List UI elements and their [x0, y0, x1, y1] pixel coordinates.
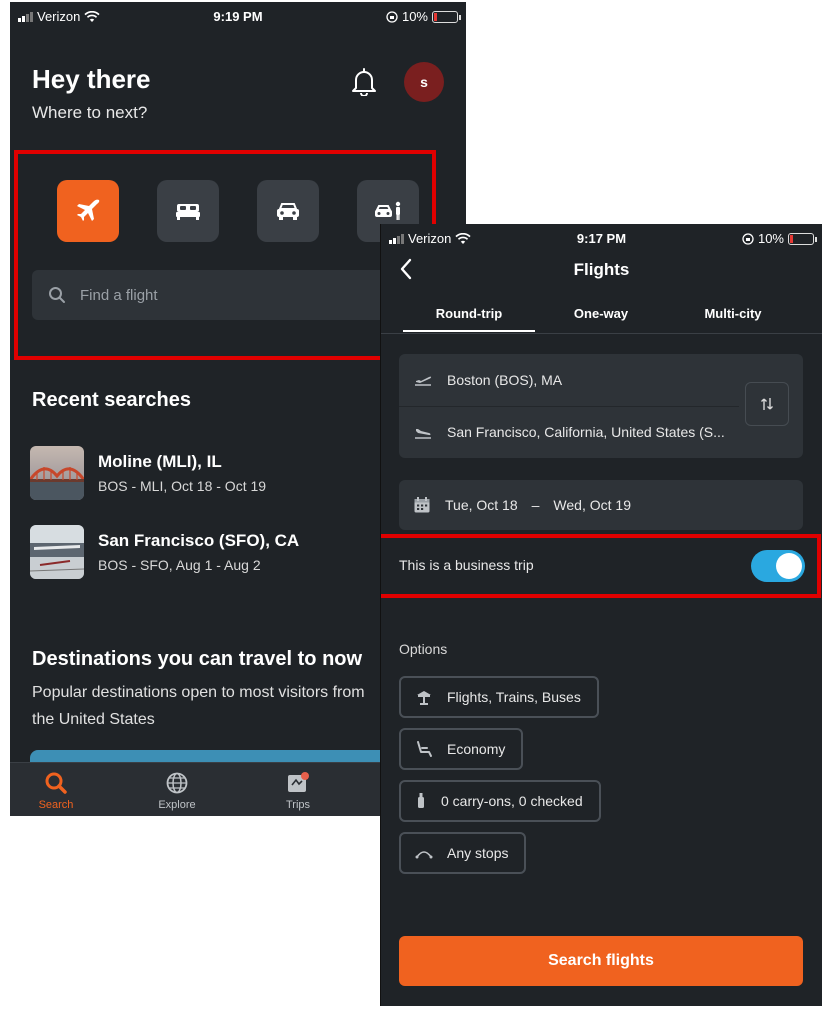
recent-searches-title: Recent searches: [32, 389, 191, 411]
stops-icon: [415, 851, 433, 859]
recent-dates: BOS - SFO, Aug 1 - Aug 2: [98, 557, 261, 573]
tab-label: Search: [38, 799, 74, 811]
battery: 10%: [386, 9, 461, 24]
swap-arrows-icon: [761, 398, 773, 410]
battery-icon: [432, 10, 461, 23]
bell-icon[interactable]: [350, 66, 378, 96]
avatar[interactable]: s: [404, 62, 444, 102]
destination-text: San Francisco, California, United States…: [447, 424, 725, 440]
tab-trips[interactable]: Trips: [258, 771, 338, 811]
origin-field[interactable]: Boston (BOS), MA: [413, 354, 562, 406]
recent-place: San Francisco (SFO), CA: [98, 531, 300, 550]
battery: 10%: [742, 231, 817, 246]
greeting-subtitle: Where to next?: [32, 103, 148, 122]
battery-percent: 10%: [401, 9, 428, 24]
screenshot-stage: Verizon 9:19 PM 10% Hey there Where to n…: [0, 0, 836, 1018]
recent-place: Moline (MLI), IL: [98, 452, 222, 471]
tab-round-trip[interactable]: Round-trip: [403, 306, 535, 321]
takeoff-icon: [415, 376, 432, 386]
business-trip-highlight-box: [381, 534, 821, 598]
battery-icon: [788, 232, 817, 245]
chip-label: 0 carry-ons, 0 checked: [441, 793, 583, 809]
recent-dates: BOS - MLI, Oct 18 - Oct 19: [98, 478, 267, 494]
tab-explore[interactable]: Explore: [137, 771, 217, 811]
chip-label: Flights, Trains, Buses: [447, 689, 581, 705]
date-separator: –: [531, 497, 540, 513]
luggage-icon: [418, 793, 424, 808]
search-flights-button[interactable]: Search flights: [399, 936, 803, 986]
greeting-title: Hey there: [32, 64, 151, 94]
status-bar: Verizon 9:17 PM 10%: [381, 224, 822, 252]
trips-icon: [288, 772, 309, 792]
tab-one-way[interactable]: One-way: [535, 306, 667, 321]
recent-search-item[interactable]: Moline (MLI), IL BOS - MLI, Oct 18 - Oct…: [30, 446, 390, 502]
transport-mode-chip[interactable]: Flights, Trains, Buses: [399, 676, 599, 718]
options-label: Options: [399, 641, 448, 657]
search-icon: [45, 772, 67, 794]
return-date: Wed, Oct 19: [553, 497, 631, 513]
tab-search[interactable]: Search: [16, 771, 96, 811]
tab-label: Explore: [158, 799, 196, 811]
tab-multi-city[interactable]: Multi-city: [667, 306, 799, 321]
cabin-class-chip[interactable]: Economy: [399, 728, 524, 770]
globe-icon: [166, 772, 188, 794]
seat-icon: [417, 741, 432, 757]
category-highlight-box: [14, 150, 436, 360]
origin-text: Boston (BOS), MA: [447, 372, 563, 388]
destinations-subtitle: Popular destinations open to most visito…: [32, 684, 365, 728]
swap-button[interactable]: [745, 382, 789, 426]
transport-icon: [417, 691, 431, 705]
chip-label: Any stops: [447, 845, 509, 861]
stops-chip[interactable]: Any stops: [399, 832, 527, 874]
status-bar: Verizon 9:19 PM 10%: [10, 2, 466, 30]
orientation-lock-icon: [742, 232, 754, 245]
tab-label: Trips: [285, 799, 311, 811]
recent-search-item[interactable]: San Francisco (SFO), CA BOS - SFO, Aug 1…: [30, 525, 390, 581]
destination-field[interactable]: San Francisco, California, United States…: [413, 406, 725, 458]
page-title: Flights: [573, 260, 630, 279]
depart-date: Tue, Oct 18: [445, 497, 518, 513]
calendar-icon: [414, 497, 430, 513]
flights-screen: Verizon 9:17 PM 10% Flights Round-trip O…: [380, 224, 822, 1006]
active-tab-indicator: [403, 330, 535, 332]
destinations-title: Destinations you can travel to now: [32, 648, 363, 670]
trip-type-tabs: Round-trip One-way Multi-city: [381, 300, 822, 334]
origin-destination-box: Boston (BOS), MA San Francisco, Californ…: [399, 354, 803, 458]
battery-percent: 10%: [757, 231, 784, 246]
san-francisco-airport-thumbnail: [30, 525, 84, 579]
chip-label: Economy: [447, 741, 506, 757]
moline-bridge-thumbnail: [30, 446, 84, 500]
orientation-lock-icon: [386, 10, 398, 23]
bags-chip[interactable]: 0 carry-ons, 0 checked: [399, 780, 601, 822]
date-field[interactable]: Tue, Oct 18 – Wed, Oct 19: [399, 480, 803, 530]
landing-icon: [415, 429, 431, 439]
